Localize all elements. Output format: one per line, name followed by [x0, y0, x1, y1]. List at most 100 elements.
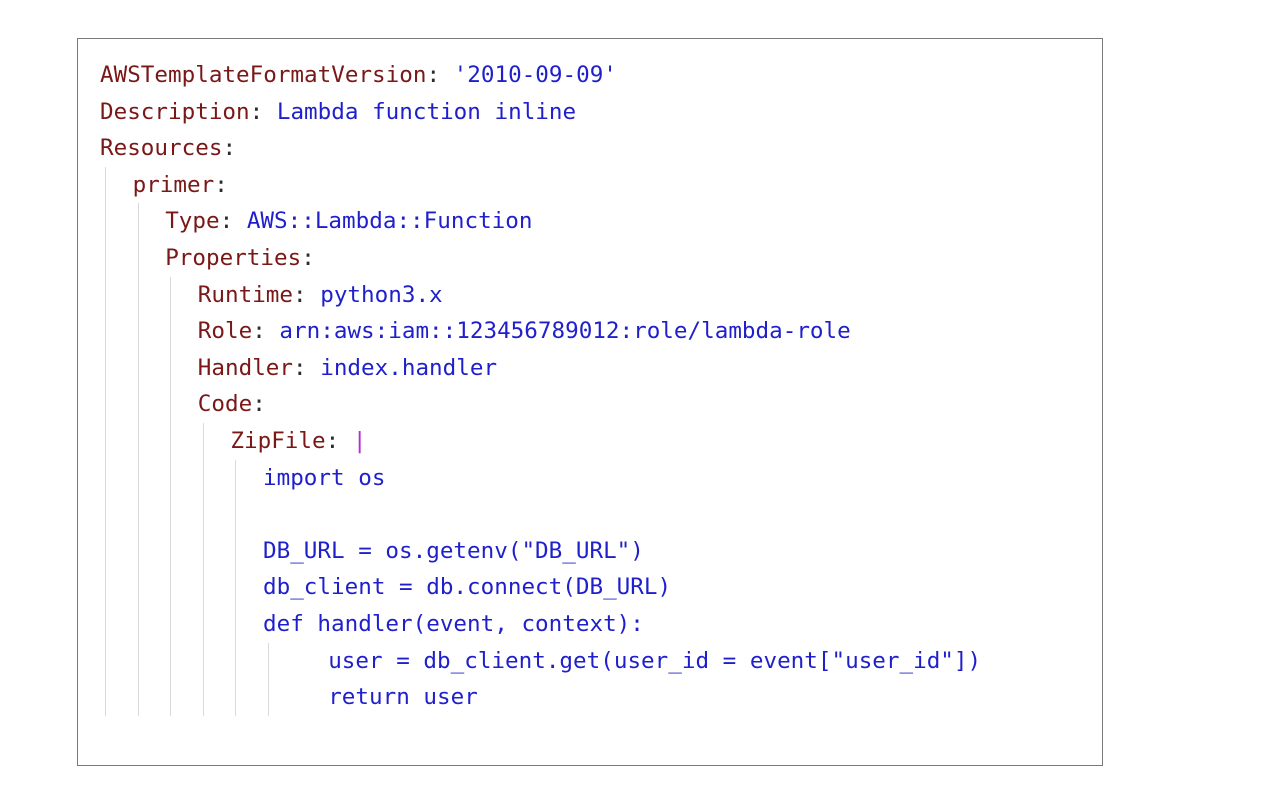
- code-line: def handler(event, context):: [100, 605, 1102, 643]
- code-block: AWSTemplateFormatVersion: '2010-09-09' De…: [77, 38, 1103, 766]
- code-line: Code:: [100, 386, 1102, 423]
- code-line: primer:: [100, 166, 1102, 204]
- yaml-key: Properties: [165, 244, 302, 271]
- python-code: return user: [328, 684, 478, 711]
- indent-guide: [170, 642, 172, 680]
- code-line: [100, 496, 1102, 533]
- yaml-colon: :: [293, 281, 307, 308]
- indent-guide: [202, 605, 204, 643]
- indent-guide: [137, 569, 139, 606]
- indent-guide: [268, 679, 269, 716]
- indent-guide: [137, 642, 139, 680]
- code-line: ZipFile: |: [100, 422, 1102, 460]
- yaml-colon: :: [219, 208, 234, 235]
- indent-guide: [235, 569, 237, 606]
- indent-guide: [137, 422, 139, 460]
- yaml-colon: :: [222, 135, 237, 162]
- code-line-text: Properties:: [165, 240, 315, 277]
- indent-guide: [170, 386, 172, 423]
- indent-guide: [170, 349, 172, 387]
- code-line-text: Resources:: [100, 130, 236, 167]
- indent-guide: [170, 532, 172, 570]
- indent-guide: [105, 642, 106, 680]
- yaml-key: Handler: [197, 354, 294, 381]
- indent-guide: [105, 422, 106, 460]
- yaml-key: Code: [197, 391, 253, 418]
- indent-guide: [235, 532, 237, 570]
- code-line-text: primer:: [133, 167, 228, 204]
- yaml-key: Description: [100, 98, 250, 125]
- yaml-value: AWS::Lambda::Function: [233, 208, 533, 235]
- indent-guide: [268, 642, 269, 680]
- code-line: DB_URL = os.getenv("DB_URL"): [100, 532, 1102, 570]
- indent-guide: [202, 679, 204, 716]
- indent-guide: [137, 605, 139, 643]
- yaml-colon: :: [252, 318, 266, 345]
- code-line-text: db_client = db.connect(DB_URL): [263, 569, 671, 606]
- indent-guide: [170, 569, 172, 606]
- code-line: Runtime: python3.x: [100, 276, 1102, 314]
- indent-guide: [137, 532, 139, 570]
- indent-guide: [202, 532, 204, 570]
- indent-guide: [137, 313, 139, 350]
- yaml-colon: :: [249, 98, 264, 125]
- code-line: return user: [100, 679, 1102, 716]
- code-line-text: AWSTemplateFormatVersion: '2010-09-09': [100, 57, 617, 94]
- yaml-colon: :: [252, 391, 266, 418]
- code-line-text: ZipFile: |: [230, 423, 366, 460]
- yaml-key: Type: [165, 208, 220, 235]
- indent-guide: [170, 313, 172, 350]
- indent-guide: [137, 349, 139, 387]
- code-line-text: user = db_client.get(user_id = event["us…: [328, 643, 981, 680]
- indent-guide: [137, 496, 139, 533]
- indent-guide: [170, 459, 172, 497]
- indent-guide: [105, 166, 106, 204]
- indent-guide: [235, 605, 237, 643]
- indent-guide: [170, 276, 172, 314]
- indent-guide: [105, 605, 106, 643]
- code-line: Handler: index.handler: [100, 349, 1102, 387]
- yaml-colon: :: [293, 354, 307, 381]
- indent-guide: [137, 203, 139, 240]
- code-line: Role: arn:aws:iam::123456789012:role/lam…: [100, 313, 1102, 350]
- indent-guide: [202, 422, 204, 460]
- python-code: DB_URL = os.getenv("DB_URL"): [263, 537, 644, 564]
- yaml-colon: :: [325, 427, 340, 454]
- yaml-value: Lambda function inline: [263, 98, 577, 125]
- indent-guide: [105, 313, 106, 350]
- python-code: def handler(event, context):: [263, 610, 644, 637]
- yaml-key: Resources: [100, 135, 223, 162]
- code-line-text: Handler: index.handler: [198, 350, 497, 387]
- code-content: AWSTemplateFormatVersion: '2010-09-09' De…: [100, 57, 1102, 765]
- indent-guide: [137, 679, 139, 716]
- yaml-key: ZipFile: [230, 427, 326, 454]
- indent-guide: [105, 496, 106, 533]
- yaml-value: python3.x: [306, 281, 443, 308]
- code-line: Type: AWS::Lambda::Function: [100, 203, 1102, 240]
- indent-guide: [202, 642, 204, 680]
- python-code: user = db_client.get(user_id = event["us…: [328, 647, 982, 674]
- indent-guide: [170, 496, 172, 533]
- code-line-text: Description: Lambda function inline: [100, 94, 576, 131]
- code-line: Description: Lambda function inline: [100, 94, 1102, 131]
- yaml-value: index.handler: [306, 354, 498, 381]
- indent-guide: [235, 496, 237, 533]
- indent-guide: [137, 386, 139, 423]
- yaml-key: primer: [132, 171, 215, 198]
- code-line-text: Runtime: python3.x: [198, 277, 443, 314]
- python-code: import os: [263, 464, 386, 491]
- indent-guide: [137, 459, 139, 497]
- indent-guide: [170, 605, 172, 643]
- indent-guide: [105, 349, 106, 387]
- yaml-block-indicator: |: [339, 427, 367, 454]
- indent-guide: [105, 203, 106, 240]
- indent-guide: [202, 496, 204, 533]
- yaml-key: AWSTemplateFormatVersion: [100, 62, 427, 88]
- indent-guide: [202, 459, 204, 497]
- python-code: db_client = db.connect(DB_URL): [263, 574, 672, 601]
- indent-guide: [105, 276, 106, 314]
- yaml-key: Role: [197, 318, 253, 345]
- code-line-text: Code:: [198, 386, 266, 423]
- code-line-text: Role: arn:aws:iam::123456789012:role/lam…: [198, 313, 851, 350]
- yaml-value: '2010-09-09': [440, 62, 617, 88]
